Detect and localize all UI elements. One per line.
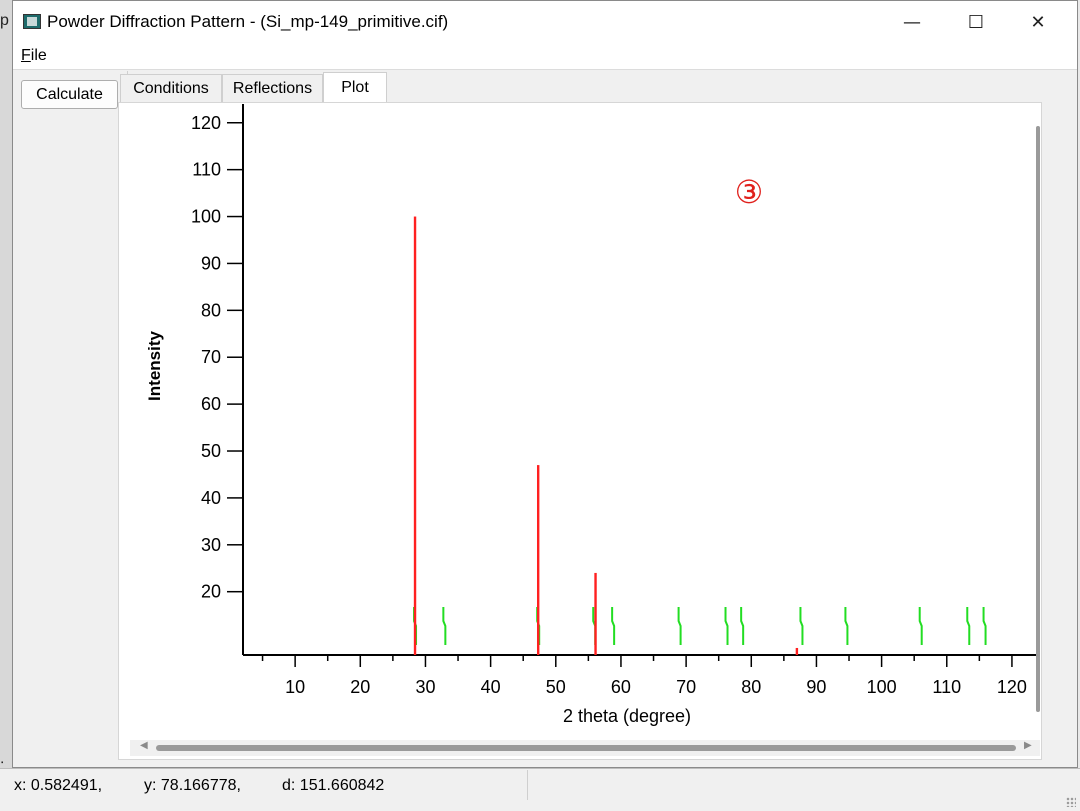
x-tick-label: 30 xyxy=(415,677,435,697)
x-tick-label: 90 xyxy=(806,677,826,697)
y-tick-label: 20 xyxy=(201,582,221,602)
y-tick-label: 110 xyxy=(192,160,221,180)
diffraction-chart[interactable]: 20 30 40 50 60 70 80 90 100 110 120 10 20 30 40 50 60 70 8… xyxy=(0,0,1080,810)
resize-grip-icon[interactable] xyxy=(1066,797,1076,807)
reflection-tick xyxy=(677,607,682,645)
x-tick-label: 110 xyxy=(932,677,961,697)
status-separator xyxy=(527,770,528,800)
reflection-tick xyxy=(844,607,849,645)
reflection-tick xyxy=(982,607,987,645)
y-tick-label: 50 xyxy=(201,441,221,461)
reflection-tick xyxy=(724,607,729,645)
y-tick-label: 100 xyxy=(191,207,221,227)
status-bar: x: 0.582491, y: 78.166778, d: 151.660842 xyxy=(0,768,1080,811)
x-tick-label: 80 xyxy=(741,677,761,697)
annotation-circled-number: ③ xyxy=(735,173,764,211)
vertical-scrollbar[interactable] xyxy=(1036,126,1040,712)
diffraction-peak xyxy=(795,647,799,655)
scroll-left-arrow-icon[interactable]: ◀ xyxy=(140,740,148,751)
x-tick-label: 10 xyxy=(285,677,305,697)
y-tick-label: 80 xyxy=(201,300,221,320)
diffraction-peak xyxy=(536,465,540,655)
x-tick-label: 60 xyxy=(611,677,631,697)
scroll-right-arrow-icon[interactable]: ▶ xyxy=(1024,740,1032,751)
x-tick-label: 70 xyxy=(676,677,696,697)
y-axis-label: Intensity xyxy=(145,331,164,401)
y-tick-label: 40 xyxy=(201,488,221,508)
reflection-tick xyxy=(799,607,804,645)
status-x-coordinate: x: 0.582491, xyxy=(14,777,103,794)
reflection-tick xyxy=(442,607,447,645)
x-tick-label: 100 xyxy=(867,677,897,697)
horizontal-scrollbar-thumb[interactable] xyxy=(156,745,1016,751)
diffraction-peaks xyxy=(413,216,799,655)
y-tick-label: 30 xyxy=(201,535,221,555)
reflection-tick xyxy=(918,607,923,645)
status-y-coordinate: y: 78.166778, xyxy=(144,777,241,794)
x-tick-label: 20 xyxy=(350,677,370,697)
y-tick-label: 120 xyxy=(191,113,221,133)
x-axis-label: 2 theta (degree) xyxy=(563,706,691,726)
reflection-tick xyxy=(966,607,971,645)
x-tick-label: 50 xyxy=(546,677,566,697)
reflection-tick xyxy=(611,607,616,645)
x-tick-label: 120 xyxy=(997,677,1027,697)
diffraction-peak xyxy=(413,216,417,655)
chart-axes: 20 30 40 50 60 70 80 90 100 110 120 10 20 30 40 50 60 70 8… xyxy=(191,104,1038,697)
diffraction-peak xyxy=(594,572,597,655)
x-tick-label: 40 xyxy=(481,677,501,697)
y-tick-label: 70 xyxy=(201,347,221,367)
reflection-ticks xyxy=(413,607,987,645)
y-tick-label: 60 xyxy=(201,394,221,414)
status-d-spacing: d: 151.660842 xyxy=(282,777,385,794)
y-tick-label: 90 xyxy=(201,253,221,273)
reflection-tick xyxy=(740,607,745,645)
